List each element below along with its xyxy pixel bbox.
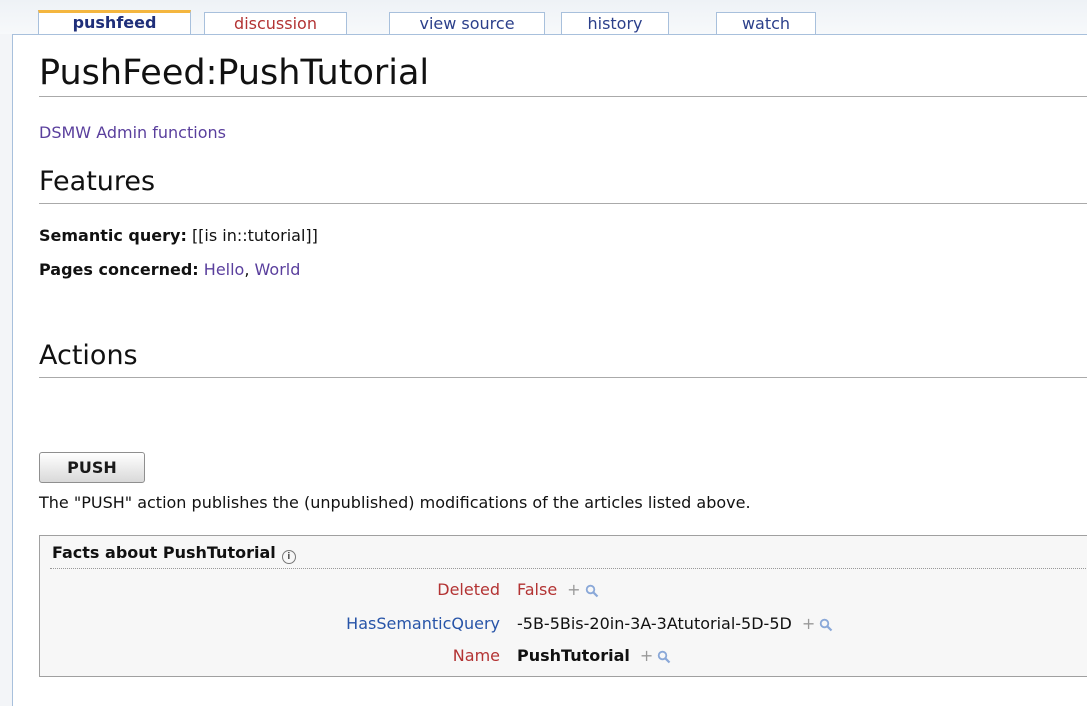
tab-pushfeed[interactable]: pushfeed xyxy=(38,10,191,34)
fact-value-hassemanticquery: -5B-5Bis-20in-3A-3Atutorial-5D-5D + xyxy=(517,614,833,633)
push-button[interactable]: PUSH xyxy=(39,452,145,483)
info-icon[interactable]: i xyxy=(281,550,296,564)
page-link-hello[interactable]: Hello xyxy=(204,260,245,279)
semantic-query-label: Semantic query: xyxy=(39,226,187,245)
actions-heading: Actions xyxy=(39,340,138,371)
search-icon[interactable] xyxy=(585,584,599,598)
tab-history[interactable]: history xyxy=(561,12,669,34)
fact-value-name: PushTutorial + xyxy=(517,646,671,665)
page-separator: , xyxy=(244,260,250,279)
factbox-title-text: Facts about PushTutorial xyxy=(52,543,276,562)
fact-key-hassemanticquery[interactable]: HasSemanticQuery xyxy=(346,614,500,633)
fact-key-name[interactable]: Name xyxy=(453,646,500,665)
actions-divider xyxy=(39,377,1087,378)
tab-view-source[interactable]: view source xyxy=(389,12,545,34)
factbox-title: Facts about PushTutorial i xyxy=(52,543,296,564)
factbox: Facts about PushTutorial i Deleted False +… xyxy=(39,535,1087,677)
semantic-query-value: [[is in::tutorial]] xyxy=(191,226,318,245)
tab-discussion[interactable]: discussion xyxy=(204,12,347,34)
factbox-divider xyxy=(50,568,1087,569)
tab-watch[interactable]: watch xyxy=(716,12,816,34)
search-icon[interactable] xyxy=(657,650,671,664)
plus-icon: + xyxy=(801,614,816,633)
fact-value-deleted: False + xyxy=(517,580,599,599)
fact-row-deleted: Deleted False + xyxy=(40,580,1087,606)
plus-icon: + xyxy=(639,646,654,665)
fact-key-deleted[interactable]: Deleted xyxy=(437,580,500,599)
pages-concerned-line: Pages concerned: Hello, World xyxy=(39,260,300,279)
features-divider xyxy=(39,203,1087,204)
semantic-query-line: Semantic query: [[is in::tutorial]] xyxy=(39,226,318,245)
search-icon[interactable] xyxy=(819,618,833,632)
title-divider xyxy=(39,96,1087,97)
page-title: PushFeed:PushTutorial xyxy=(39,53,430,93)
push-description: The "PUSH" action publishes the (unpubli… xyxy=(39,493,751,512)
plus-icon: + xyxy=(567,580,581,599)
fact-row-name: Name PushTutorial + xyxy=(40,646,1087,672)
content-area: PushFeed:PushTutorial DSMW Admin functio… xyxy=(12,34,1087,706)
fact-value-hassemanticquery-text: -5B-5Bis-20in-3A-3Atutorial-5D-5D xyxy=(517,614,792,633)
pages-concerned-label: Pages concerned: xyxy=(39,260,199,279)
admin-functions-link[interactable]: DSMW Admin functions xyxy=(39,123,226,142)
page-tabs: pushfeed discussion view source history … xyxy=(0,0,1087,34)
fact-value-deleted-link[interactable]: False xyxy=(517,580,557,599)
fact-value-name-text: PushTutorial xyxy=(517,646,630,665)
fact-row-hassemanticquery: HasSemanticQuery -5B-5Bis-20in-3A-3Atuto… xyxy=(40,614,1087,640)
features-heading: Features xyxy=(39,166,156,197)
page-link-world[interactable]: World xyxy=(255,260,301,279)
